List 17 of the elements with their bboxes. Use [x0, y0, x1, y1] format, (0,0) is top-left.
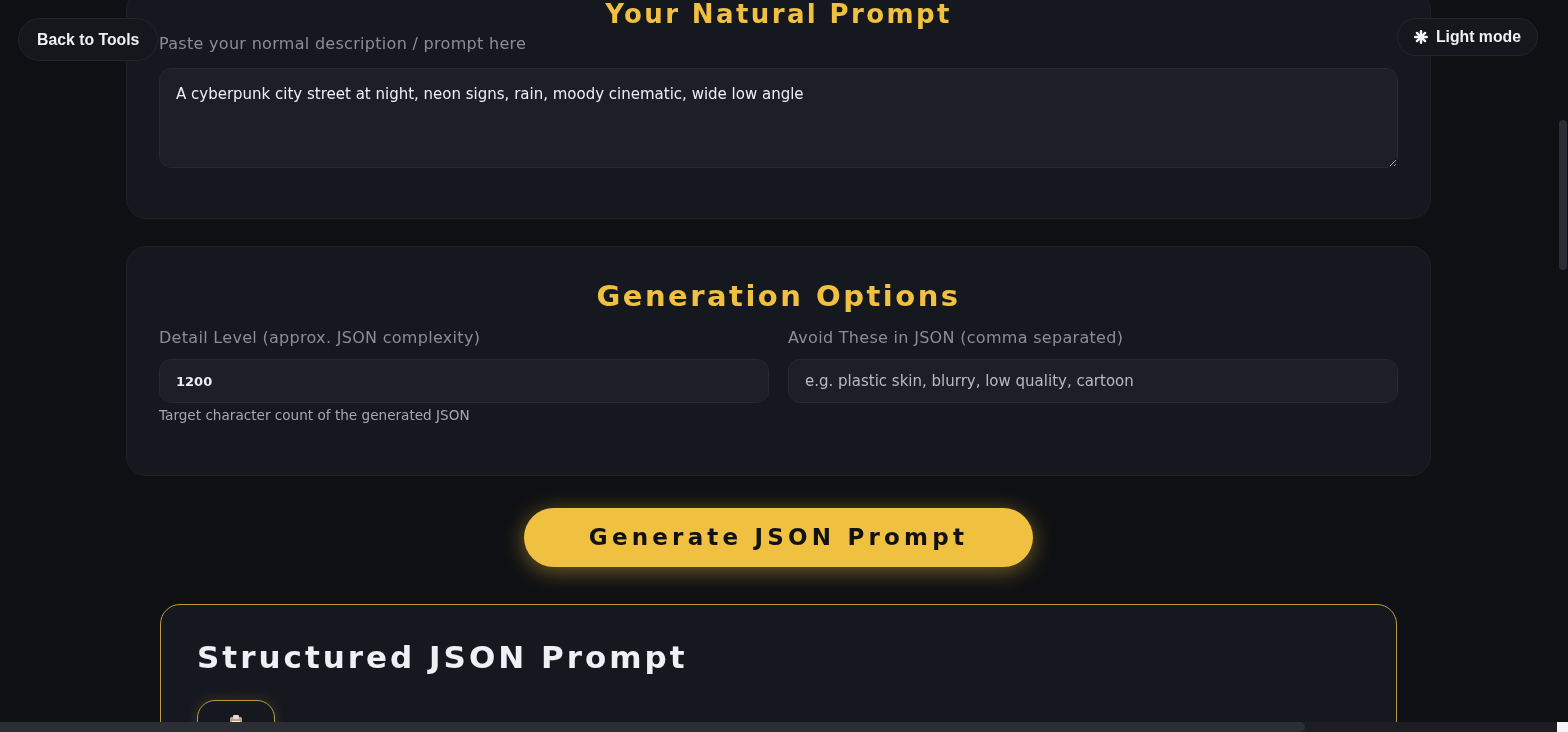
scrollbar-thumb[interactable]	[0, 722, 1305, 732]
generate-button[interactable]: Generate JSON Prompt	[524, 508, 1033, 567]
scrollbar-thumb[interactable]	[1558, 120, 1567, 270]
asterisk-icon	[1413, 30, 1428, 44]
prompt-textarea[interactable]: A cyberpunk city street at night, neon signs, rain, moody cinematic, wide low angle	[159, 68, 1398, 168]
section-heading: Your Natural Prompt	[605, 0, 952, 28]
help-text: Target character count of the generated JSON	[159, 406, 470, 425]
field-label: Avoid These in JSON (comma separated)	[788, 327, 1124, 349]
field-label: Paste your normal description / prompt here	[159, 33, 527, 55]
result-heading: Structured JSON Prompt	[197, 639, 688, 676]
input-field[interactable]: 1200	[159, 359, 769, 403]
theme-toggle-button[interactable]: Light mode	[1396, 18, 1538, 56]
section-heading: Generation Options	[596, 279, 961, 313]
field-label: Detail Level (approx. JSON complexity)	[159, 327, 481, 349]
back-button[interactable]: Back to Tools	[18, 18, 159, 61]
input-field[interactable]: e.g. plastic skin, blurry, low quality, cartoon	[788, 359, 1398, 403]
scrollbar-corner	[1557, 722, 1568, 732]
